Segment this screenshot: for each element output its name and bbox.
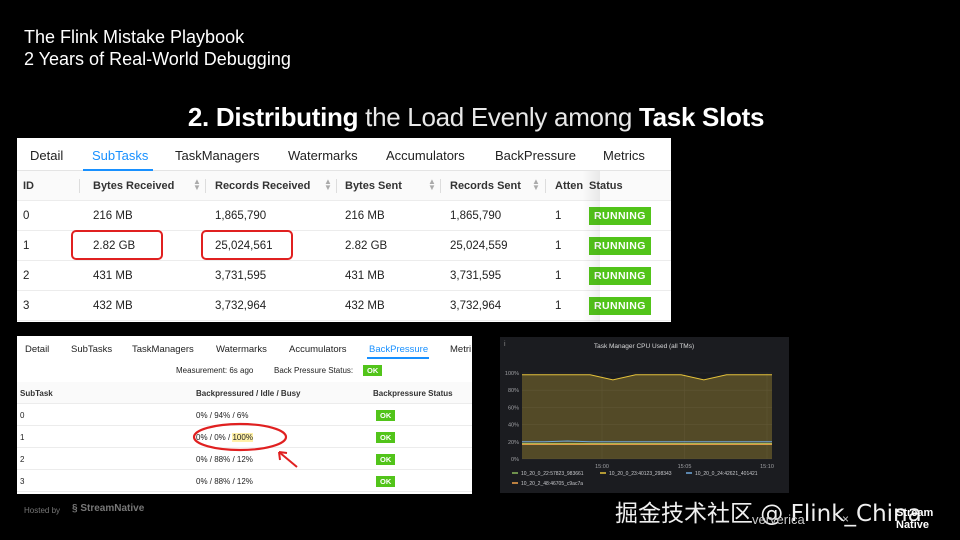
cell-attempt: 1 [555, 300, 562, 312]
tab-watermarks[interactable]: Watermarks [288, 148, 358, 163]
cell-bytes-sent: 431 MB [345, 270, 385, 282]
cpu-chart-panel: i Task Manager CPU Used (all TMs) 0% 20% 40%… [500, 337, 789, 493]
tab-taskmanagers[interactable]: TaskManagers [175, 148, 260, 163]
sort-icon[interactable]: ▲ ▼ [532, 178, 540, 192]
fixed-column-shadow [582, 171, 600, 322]
col-id[interactable]: ID [23, 180, 34, 192]
cell-records-received: 3,731,595 [215, 270, 267, 282]
cell-bytes-received: 216 MB [93, 210, 133, 222]
cell-bytes-received: 431 MB [93, 270, 133, 282]
legend-label: 10_20_0_24:42621_401421 [695, 471, 758, 477]
highlight-box-bytes [71, 230, 163, 260]
table-row[interactable]: 3 432 MB 3,732,964 432 MB 3,732,964 1 RU… [17, 291, 671, 321]
job-tabs: Detail SubTasks TaskManagers Watermarks … [17, 138, 671, 171]
subtasks-panel: Detail SubTasks TaskManagers Watermarks … [17, 138, 671, 322]
cell-attempt: 1 [555, 210, 562, 222]
col-divider [545, 179, 546, 193]
tab-accumulators[interactable]: Accumulators [386, 148, 465, 163]
cell-records-sent: 3,731,595 [450, 270, 502, 282]
col-divider [336, 179, 337, 193]
table-header: ID Bytes Received ▲ ▼ Records Received ▲ ▼… [17, 171, 671, 201]
cell-records-received: 1,865,790 [215, 210, 267, 222]
times-symbol: × [842, 512, 850, 526]
cell-bytes-sent: 216 MB [345, 210, 385, 222]
y-tick-label: 60% [508, 405, 519, 411]
talk-title-line1: The Flink Mistake Playbook [24, 27, 245, 47]
cell-id: 0 [23, 210, 30, 222]
x-tick-label: 15:05 [678, 464, 692, 470]
cell-records-sent: 1,865,790 [450, 210, 502, 222]
arrow-icon [278, 451, 298, 468]
highlight-box-records [201, 230, 293, 260]
cell-bytes-sent: 2.82 GB [345, 240, 388, 252]
sort-icon[interactable]: ▲ ▼ [428, 178, 436, 192]
streamnative-logo-right: Stream Native [896, 507, 933, 531]
legend-label: 10_20_2_48:46705_c9ac7a [521, 481, 583, 487]
cell-records-sent: 3,732,964 [450, 300, 502, 312]
table-row[interactable]: 1 2.82 GB 25,024,561 2.82 GB 25,024,559 … [17, 230, 671, 261]
col-records-sent[interactable]: Records Sent [450, 180, 521, 192]
y-tick-label: 0% [511, 457, 519, 463]
headline-bold-task-slots: Task Slots [638, 102, 765, 132]
tab-subtasks[interactable]: SubTasks [92, 148, 148, 163]
backpressure-panel: Detail SubTasks TaskManagers Watermarks … [17, 336, 472, 494]
tab-detail[interactable]: Detail [30, 148, 63, 163]
cell-records-received: 3,732,964 [215, 300, 267, 312]
col-divider [205, 179, 206, 193]
info-icon: i [504, 341, 506, 348]
tab-backpressure[interactable]: BackPressure [495, 148, 576, 163]
sn-line2: Native [896, 519, 930, 531]
cell-id: 3 [23, 300, 30, 312]
highlight-ellipse [192, 422, 288, 452]
x-tick-label: 15:00 [595, 464, 609, 470]
talk-title: The Flink Mistake Playbook 2 Years of Re… [24, 26, 291, 70]
sn-line1: Stream [896, 507, 934, 519]
col-attempt[interactable]: Atten [555, 180, 583, 192]
cell-bytes-sent: 432 MB [345, 300, 385, 312]
col-divider [79, 179, 80, 193]
table-row[interactable]: 2 431 MB 3,731,595 431 MB 3,731,595 1 RU… [17, 261, 671, 291]
cpu-chart: i Task Manager CPU Used (all TMs) 0% 20% 40%… [504, 341, 774, 487]
ververica-logo: ververica [752, 512, 805, 527]
y-tick-label: 80% [508, 388, 519, 394]
headline-light-text: the Load Evenly among [365, 102, 633, 132]
cell-id: 1 [23, 240, 30, 252]
cell-attempt: 1 [555, 240, 562, 252]
col-bytes-sent[interactable]: Bytes Sent [345, 180, 402, 192]
cell-records-sent: 25,024,559 [450, 240, 508, 252]
cell-id: 2 [23, 270, 30, 282]
sort-icon[interactable]: ▲ ▼ [193, 178, 201, 192]
slide-headline: 2. Distributing the Load Evenly among Ta… [0, 102, 952, 133]
legend-label: 10_20_0_23:40123_298343 [609, 471, 672, 477]
sort-icon[interactable]: ▲ ▼ [324, 178, 332, 192]
series-area [522, 374, 772, 459]
hosted-brand: StreamNative [80, 503, 145, 514]
table-row[interactable]: 0 216 MB 1,865,790 216 MB 1,865,790 1 RU… [17, 201, 671, 231]
tab-metrics[interactable]: Metrics [603, 148, 645, 163]
col-records-received[interactable]: Records Received [215, 180, 310, 192]
col-bytes-received[interactable]: Bytes Received [93, 180, 174, 192]
headline-number: 2. [187, 102, 209, 132]
headline-bold-distributing: Distributing [215, 102, 359, 132]
y-tick-label: 100% [505, 371, 519, 377]
talk-title-line2: 2 Years of Real-World Debugging [24, 49, 291, 69]
chart-title: Task Manager CPU Used (all TMs) [594, 343, 694, 350]
streamnative-logo: § StreamNative [72, 503, 144, 514]
col-divider [440, 179, 441, 193]
cell-bytes-received: 432 MB [93, 300, 133, 312]
y-tick-label: 20% [508, 440, 519, 446]
cell-attempt: 1 [555, 270, 562, 282]
legend-label: 10_20_0_22:57823_983661 [521, 471, 584, 477]
x-tick-label: 15:10 [760, 464, 774, 470]
annotation-overlay [192, 422, 298, 468]
y-tick-label: 40% [508, 423, 519, 429]
hosted-by-label: Hosted by [24, 506, 61, 515]
